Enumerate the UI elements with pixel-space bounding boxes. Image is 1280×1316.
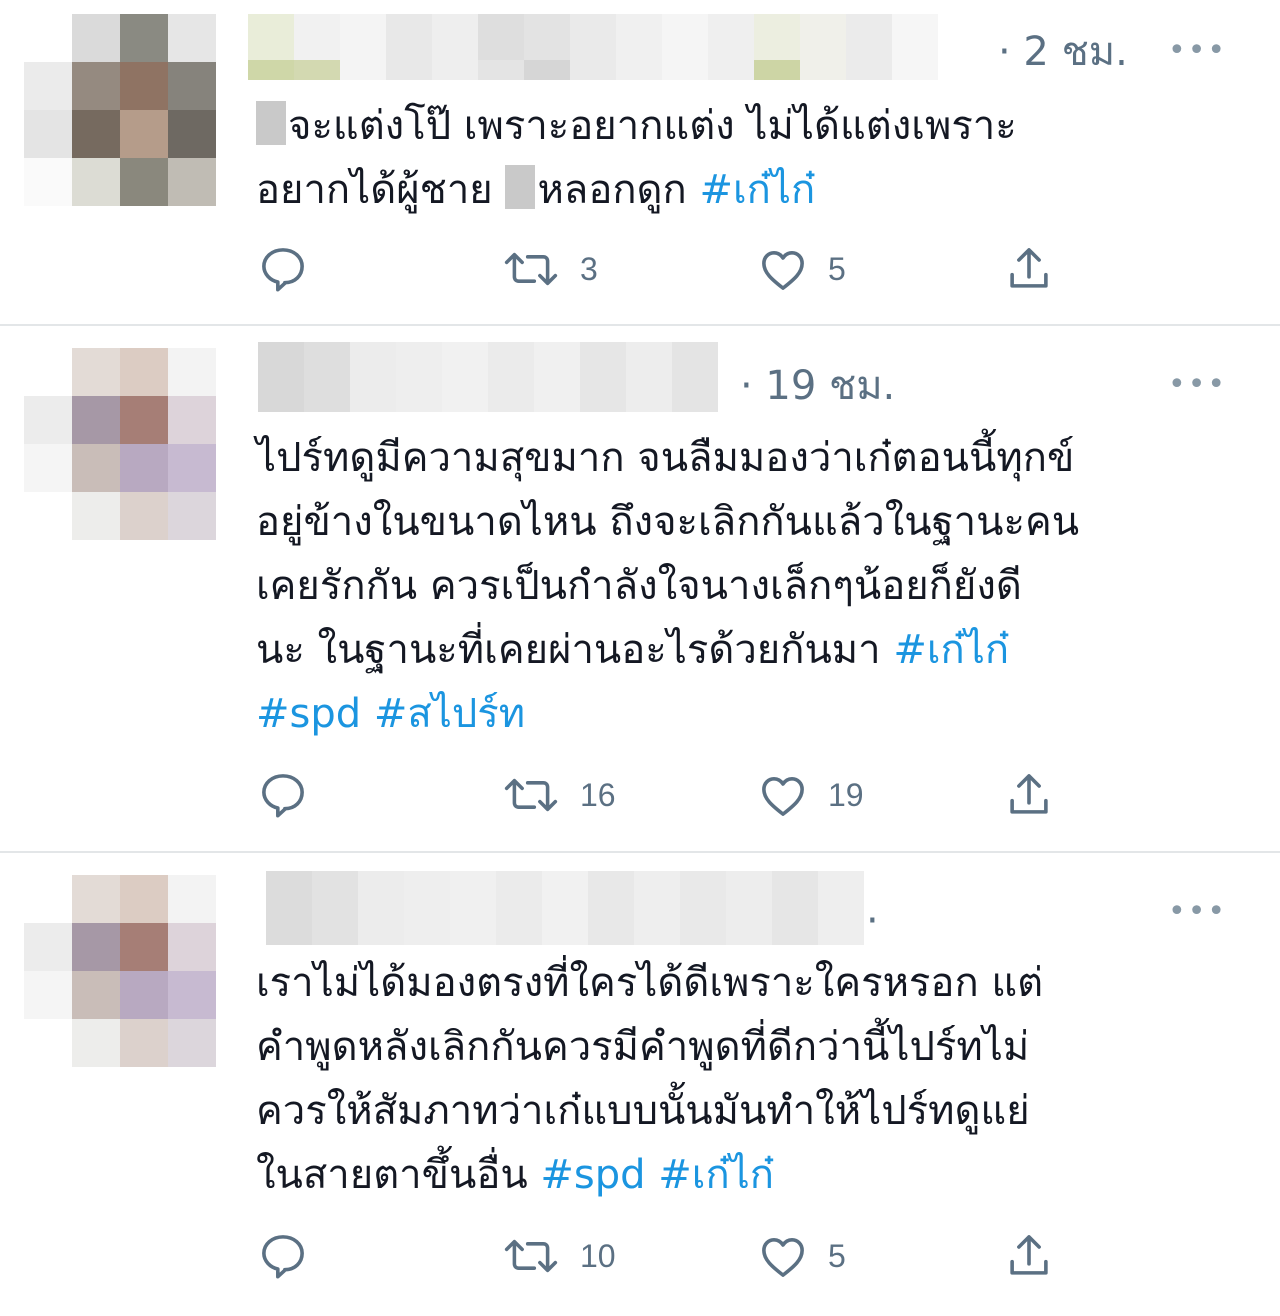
tweet-text-part: หลอกดูก	[537, 167, 687, 213]
retweet-count: 10	[580, 1237, 616, 1274]
like-button[interactable]: 5	[756, 1229, 846, 1283]
reply-icon	[262, 774, 304, 818]
retweet-button[interactable]: 16	[500, 768, 616, 822]
more-icon[interactable]: •••	[1168, 370, 1227, 400]
tweet-time[interactable]: ·	[866, 897, 879, 945]
like-count: 5	[828, 250, 846, 287]
like-count: 5	[828, 1237, 846, 1274]
tweet-text-line: นะ ในฐานะที่เคยผ่านอะไรด้วยกันมา	[256, 627, 881, 673]
hashtag-link[interactable]: #เก๋ไก๋	[658, 1152, 774, 1198]
like-count: 19	[828, 776, 864, 813]
tweet-text: ไปร์ทดูมีความสุขมาก จนลืมมองว่าเก๋ตอนนี้…	[256, 426, 1216, 746]
display-name-redacted[interactable]	[248, 14, 938, 80]
redacted-word	[505, 165, 536, 209]
avatar[interactable]	[24, 14, 216, 206]
tweet-3: · ••• เราไม่ได้มองตรงที่ใครได้ดีเพราะใคร…	[0, 853, 1280, 1316]
tweet-1: · 2 ชม. ••• จะแต่งโป๊ เพราะอยากแต่ง ไม่ไ…	[0, 0, 1280, 324]
reply-icon	[262, 1235, 304, 1279]
avatar[interactable]	[24, 348, 216, 540]
retweet-icon	[504, 1239, 558, 1273]
tweet-text: จะแต่งโป๊ เพราะอยากแต่ง ไม่ได้แต่งเพราะ …	[256, 94, 1216, 222]
like-button[interactable]: 19	[756, 768, 864, 822]
hashtag-link[interactable]: #เก๋ไก๋	[893, 627, 1009, 673]
tweet-text-line: ไปร์ทดูมีความสุขมาก จนลืมมองว่าเก๋ตอนนี้…	[256, 435, 1075, 481]
tweet-text-line: ในสายตาขึ้นอื่น	[256, 1152, 528, 1198]
retweet-icon	[504, 778, 558, 812]
tweet-text: เราไม่ได้มองตรงที่ใครได้ดีเพราะใครหรอก แ…	[256, 951, 1216, 1207]
tweet-text-line: ควรให้สัมภาทว่าเก๋แบบนั้นมันทำให้ไปร์ทดู…	[256, 1088, 1030, 1134]
tweet-text-line: อยู่ข้างในขนาดไหน ถึงจะเลิกกันแล้วในฐานะ…	[256, 499, 1080, 545]
like-button[interactable]: 5	[756, 242, 846, 296]
share-icon	[1010, 248, 1048, 288]
reply-button[interactable]	[256, 768, 310, 822]
more-icon[interactable]: •••	[1168, 897, 1227, 927]
like-icon	[762, 777, 804, 816]
reply-button[interactable]	[256, 1229, 310, 1283]
more-icon[interactable]: •••	[1168, 36, 1227, 66]
tweet-time[interactable]: · 19 ชม.	[740, 362, 895, 410]
hashtag-link[interactable]: #spd	[540, 1152, 645, 1198]
tweet-2: · 19 ชม. ••• ไปร์ทดูมีความสุขมาก จนลืมมอ…	[0, 326, 1280, 851]
share-button[interactable]	[1002, 242, 1056, 296]
display-name-redacted[interactable]	[258, 342, 718, 412]
tweet-actions: 10 5	[256, 1229, 1116, 1289]
share-button[interactable]	[1002, 768, 1056, 822]
retweet-button[interactable]: 3	[500, 242, 598, 296]
tweet-actions: 16 19	[256, 768, 1116, 828]
hashtag-link[interactable]: #spd	[256, 691, 361, 737]
tweet-text-line: คำพูดหลังเลิกกันควรมีคำพูดที่ดีกว่านี้ไป…	[256, 1024, 1030, 1070]
avatar[interactable]	[24, 875, 216, 1067]
tweet-actions: 3 5	[256, 242, 1116, 302]
hashtag-link[interactable]: #สไปร์ท	[374, 691, 525, 737]
retweet-count: 3	[580, 250, 598, 287]
retweet-count: 16	[580, 776, 616, 813]
tweet-text-line: เคยรักกัน ควรเป็นกำลังใจนางเล็กๆน้อยก็ยั…	[256, 563, 1022, 609]
share-icon	[1010, 1235, 1048, 1275]
tweet-text-part: จะแต่งโป๊ เพราะอยากแต่ง ไม่ได้แต่งเพราะ	[288, 103, 1017, 149]
tweet-text-line: เราไม่ได้มองตรงที่ใครได้ดีเพราะใครหรอก แ…	[256, 960, 1044, 1006]
tweet-time[interactable]: · 2 ชม.	[998, 28, 1128, 76]
display-name-redacted[interactable]	[266, 871, 864, 945]
share-button[interactable]	[1002, 1229, 1056, 1283]
hashtag-link[interactable]: #เก๋ไก๋	[699, 167, 815, 213]
share-icon	[1010, 774, 1048, 814]
retweet-icon	[504, 252, 558, 286]
retweet-button[interactable]: 10	[500, 1229, 616, 1283]
like-icon	[762, 1238, 804, 1277]
like-icon	[762, 251, 804, 290]
reply-icon	[262, 248, 304, 292]
redacted-word	[256, 101, 286, 145]
reply-button[interactable]	[256, 242, 310, 296]
tweet-text-part: อยากได้ผู้ชาย	[256, 167, 493, 213]
